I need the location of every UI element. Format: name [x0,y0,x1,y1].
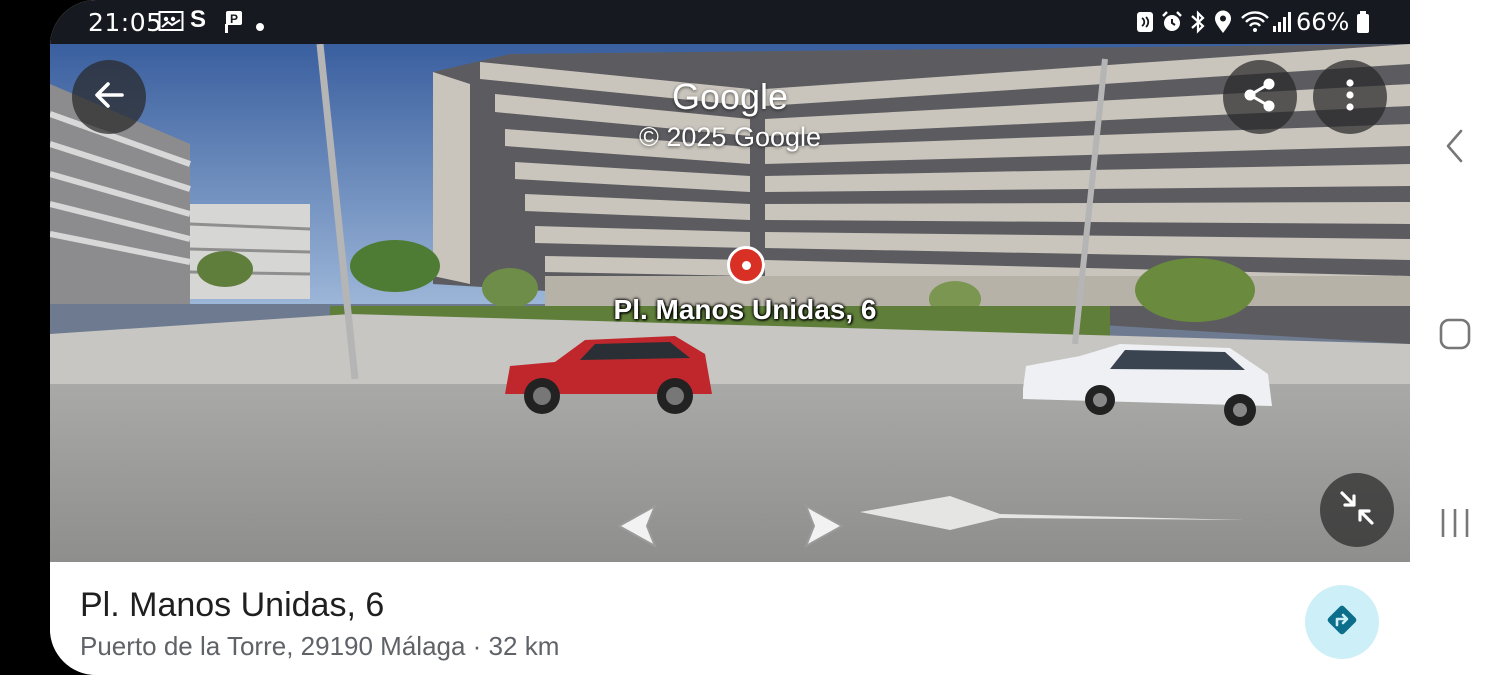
minimize-button[interactable] [1320,473,1394,547]
phone-screen: 21:05 S P 66% Google © 2025 Google Pl. M… [50,0,1410,675]
signal-icon [1272,10,1292,39]
directions-icon [1325,603,1359,642]
nav-arrow-right-icon[interactable] [798,503,846,553]
directions-button[interactable] [1305,585,1379,659]
place-title: Pl. Manos Unidas, 6 [80,586,385,624]
battery-percent: 66% [1296,8,1350,36]
place-label: Pl. Manos Unidas, 6 [613,294,877,325]
status-time: 21:05 [88,8,163,37]
nav-back-button[interactable] [1410,128,1500,169]
alarm-icon [1160,10,1184,39]
location-pin-icon[interactable] [727,246,765,284]
minimize-icon [1338,489,1376,532]
wifi-icon [1240,10,1270,39]
svg-text:P: P [230,12,238,26]
share-icon [1241,76,1279,119]
share-button[interactable] [1223,60,1297,134]
nav-arrow-left-icon[interactable] [615,503,663,553]
more-vert-icon [1344,78,1356,117]
dot-icon [256,18,264,36]
system-nav-bar [1410,0,1500,675]
status-bar: 21:05 S P 66% [50,0,1410,44]
battery-icon [1356,10,1370,39]
bluetooth-icon [1188,10,1208,39]
back-icon [1443,128,1467,169]
location-icon [1214,10,1232,39]
recents-icon [1438,506,1472,545]
home-icon [1439,318,1471,355]
nav-recents-button[interactable] [1410,506,1500,545]
place-info-card[interactable]: Pl. Manos Unidas, 6 Puerto de la Torre, … [50,562,1410,675]
google-logo: Google [671,76,789,117]
more-options-button[interactable] [1313,60,1387,134]
nfc-icon [1136,10,1154,39]
s-app-icon: S [190,6,207,33]
street-view-panorama[interactable]: Google © 2025 Google Pl. Manos Unidas, 6 [50,44,1410,562]
parking-icon: P [222,10,244,39]
place-address: Puerto de la Torre, 29190 Málaga · 32 km [80,631,560,661]
nav-home-button[interactable] [1410,318,1500,355]
gallery-icon [158,10,184,37]
copyright-text: © 2025 Google [638,122,822,152]
